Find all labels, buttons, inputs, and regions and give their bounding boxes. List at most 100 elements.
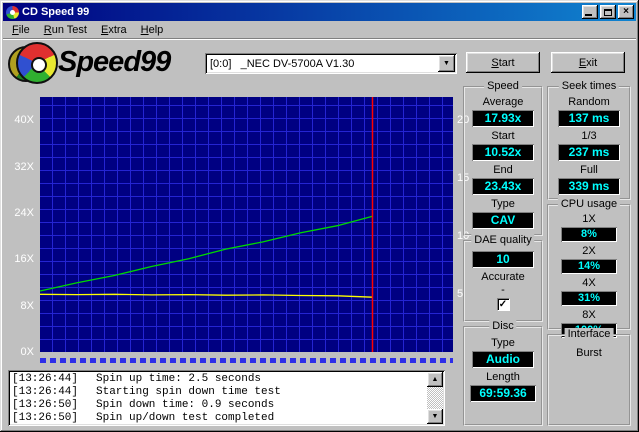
speed-start-label: Start	[491, 130, 515, 142]
cpu-usage-panel-title: CPU usage	[557, 198, 621, 210]
disc-panel-title: Disc	[489, 320, 517, 332]
menu-extra[interactable]: Extra	[94, 22, 134, 38]
scroll-down-button[interactable]: ▼	[427, 409, 443, 424]
speed-type-label: Type	[491, 198, 515, 210]
secondary-speed-line	[40, 293, 373, 298]
seek-times-panel: Seek times Random 137 ms 1/3 237 ms Full…	[547, 80, 631, 200]
menu-help[interactable]: Help	[134, 22, 171, 38]
app-cd-icon	[6, 5, 19, 19]
dae-quality-panel: DAE quality 10 Accurate - ✓	[463, 234, 543, 322]
speed99-logo-icon	[8, 42, 58, 88]
drive-select-value: [0:0] _NEC DV-5700A V1.30	[210, 57, 355, 70]
cd-disc-icon	[16, 42, 58, 84]
scroll-up-icon: ▲	[431, 376, 439, 383]
start-button[interactable]: Start	[466, 52, 540, 73]
speed-start-value: 10.52x	[472, 144, 534, 161]
scroll-up-button[interactable]: ▲	[427, 372, 443, 387]
maximize-icon	[604, 8, 612, 16]
log-line: [13:26:50] Spin up/down test completed	[12, 412, 425, 423]
axis-tick-label: 24X	[14, 206, 34, 219]
disc-panel: Disc Type Audio Length 69:59.36	[463, 320, 543, 426]
interface-panel-title: Interface	[564, 328, 614, 340]
log-line: [13:26:44] Spin up time: 2.5 seconds	[12, 373, 425, 386]
speed-end-value: 23.43x	[472, 178, 534, 195]
drive-select-dropdown-button[interactable]: ▼	[438, 55, 455, 72]
scroll-down-icon: ▼	[431, 413, 439, 420]
speed-average-label: Average	[482, 96, 524, 108]
cpu-8x-label: 8X	[582, 309, 596, 321]
dae-quality-value: 10	[472, 251, 534, 268]
y-axis-left: 40X 32X 24X 16X 8X 0X	[2, 97, 37, 358]
window-title: CD Speed 99	[22, 6, 90, 18]
log-line: [13:26:50] Spin down time: 0.9 seconds	[12, 399, 425, 412]
log-message: Spin down time: 0.9 seconds	[96, 399, 275, 411]
axis-tick-label: 16X	[14, 253, 34, 266]
log-timestamp: [13:26:50]	[12, 399, 79, 411]
axis-tick-label: 32X	[14, 160, 34, 173]
speed-panel-title: Speed	[484, 80, 522, 92]
minimize-icon	[585, 14, 592, 16]
log-timestamp: [13:26:50]	[12, 412, 79, 423]
log-scrollbar[interactable]: ▲ ▼	[427, 372, 443, 424]
menubar: File Run Test Extra Help	[3, 21, 636, 39]
cpu-2x-value: 14%	[561, 259, 617, 274]
checkmark-icon: ✓	[498, 298, 508, 310]
log-box[interactable]: [13:26:44] Spin up time: 2.5 seconds [13:…	[8, 370, 445, 426]
chevron-down-icon: ▼	[443, 60, 450, 67]
menu-run-test[interactable]: Run Test	[37, 22, 94, 38]
disc-length-label: Length	[486, 371, 520, 383]
interface-panel: Interface Burst	[547, 328, 631, 426]
cpu-1x-label: 1X	[582, 213, 596, 225]
seek-full-label: Full	[580, 164, 598, 176]
titlebar[interactable]: CD Speed 99 ×	[3, 3, 636, 21]
cpu-4x-value: 31%	[561, 291, 617, 306]
seek-full-value: 339 ms	[558, 178, 620, 195]
seek-random-value: 137 ms	[558, 110, 620, 127]
axis-tick-label: 40X	[14, 114, 34, 127]
cpu-2x-label: 2X	[582, 245, 596, 257]
dae-dash: -	[501, 284, 505, 296]
seek-third-label: 1/3	[581, 130, 597, 142]
app-window: CD Speed 99 × File Run Test Extra Help S…	[0, 0, 639, 432]
start-button-label: Start	[491, 56, 515, 69]
axis-tick-label: 0X	[20, 346, 34, 358]
chart-canvas	[40, 97, 374, 352]
close-icon: ×	[623, 6, 629, 17]
accurate-checkbox[interactable]: ✓	[496, 298, 510, 311]
seek-times-panel-title: Seek times	[558, 80, 620, 92]
chart-tick-marks	[40, 358, 453, 363]
seek-random-label: Random	[568, 96, 610, 108]
log-line: [13:26:44] Starting spin down time test	[12, 386, 425, 399]
speed-type-value: CAV	[472, 212, 534, 229]
exit-button[interactable]: Exit	[551, 52, 625, 73]
log-timestamp: [13:26:44]	[12, 373, 79, 385]
close-button[interactable]: ×	[618, 5, 634, 19]
interface-burst-label: Burst	[576, 347, 602, 359]
log-timestamp: [13:26:44]	[12, 386, 79, 398]
cpu-usage-panel: CPU usage 1X 8% 2X 14% 4X 31% 8X 100%	[547, 198, 631, 338]
speed-panel: Speed Average 17.93x Start 10.52x End 23…	[463, 80, 543, 236]
disc-type-label: Type	[491, 337, 515, 349]
logo-text: Speed99	[58, 46, 171, 78]
menu-file[interactable]: File	[5, 22, 37, 38]
seek-third-value: 237 ms	[558, 144, 620, 161]
speed-chart	[40, 97, 453, 352]
log-message: Starting spin down time test	[96, 386, 281, 398]
axis-tick-label: 8X	[20, 299, 34, 312]
speed-average-value: 17.93x	[472, 110, 534, 127]
cpu-4x-label: 4X	[582, 277, 596, 289]
dae-quality-panel-title: DAE quality	[471, 234, 535, 246]
log-message: Spin up time: 2.5 seconds	[96, 373, 262, 385]
log-message: Spin up/down test completed	[96, 412, 275, 423]
minimize-button[interactable]	[582, 5, 598, 19]
disc-type-value: Audio	[472, 351, 534, 368]
speed-end-label: End	[493, 164, 513, 176]
exit-button-label: Exit	[578, 56, 598, 69]
dae-accurate-label: Accurate	[481, 271, 525, 283]
log-lines: [13:26:44] Spin up time: 2.5 seconds [13:…	[12, 373, 425, 423]
maximize-button[interactable]	[600, 5, 616, 19]
disc-length-value: 69:59.36	[470, 385, 536, 402]
read-speed-line	[40, 215, 373, 292]
drive-select[interactable]: [0:0] _NEC DV-5700A V1.30 ▼	[205, 53, 457, 74]
cpu-1x-value: 8%	[561, 227, 617, 242]
